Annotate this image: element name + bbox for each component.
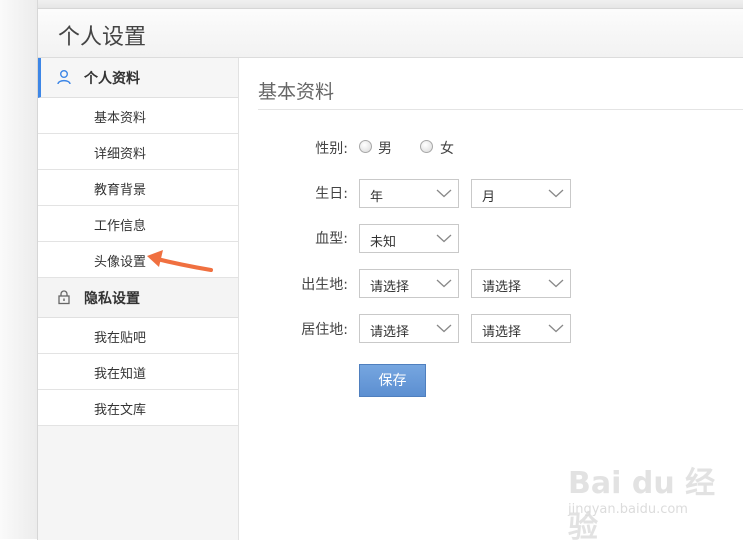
sidebar-item-label: 教育背景 <box>94 183 147 198</box>
annotation-arrow-icon <box>147 250 213 272</box>
chevron-down-icon <box>548 189 564 198</box>
chevron-down-icon <box>548 279 564 288</box>
sidebar-item-wenku[interactable]: 我在文库 <box>38 390 238 426</box>
gender-male-label: 男 <box>378 141 392 157</box>
sidebar-item-education[interactable]: 教育背景 <box>38 170 238 206</box>
birthday-label: 生日: <box>315 186 348 202</box>
birthplace-city-select[interactable]: 请选择 <box>471 269 571 298</box>
chevron-down-icon <box>436 279 452 288</box>
sidebar: 个人资料 基本资料 详细资料 教育背景 工作信息 头像设置 隐私设置 我在贴吧 … <box>38 58 239 540</box>
sidebar-item-zhidao[interactable]: 我在知道 <box>38 354 238 390</box>
top-shadow <box>0 0 743 8</box>
select-value: 月 <box>482 190 496 205</box>
chevron-down-icon <box>436 324 452 333</box>
sidebar-item-label: 详细资料 <box>94 147 147 162</box>
sidebar-item-label: 工作信息 <box>94 219 147 234</box>
chevron-down-icon <box>436 189 452 198</box>
residence-province-select[interactable]: 请选择 <box>359 314 459 343</box>
gender-male-radio[interactable] <box>359 140 372 153</box>
birthday-year-select[interactable]: 年 <box>359 179 459 208</box>
sidebar-section-label: 个人资料 <box>84 71 140 87</box>
user-icon <box>56 69 72 85</box>
select-value: 请选择 <box>482 325 522 340</box>
save-button[interactable]: 保存 <box>359 364 426 397</box>
sidebar-section-privacy[interactable]: 隐私设置 <box>38 278 238 318</box>
page-title: 个人设置 <box>58 25 147 50</box>
sidebar-item-detailed-info[interactable]: 详细资料 <box>38 134 238 170</box>
birthplace-province-select[interactable]: 请选择 <box>359 269 459 298</box>
header: 个人设置 <box>38 9 743 58</box>
heading-divider <box>258 109 743 110</box>
birthplace-label: 出生地: <box>301 277 348 293</box>
select-value: 请选择 <box>370 280 410 295</box>
residence-city-select[interactable]: 请选择 <box>471 314 571 343</box>
sidebar-section-label: 隐私设置 <box>84 291 140 307</box>
select-value: 未知 <box>370 235 397 250</box>
birthday-month-select[interactable]: 月 <box>471 179 571 208</box>
left-shadow <box>0 0 38 539</box>
select-value: 请选择 <box>482 280 522 295</box>
sidebar-item-basic-info[interactable]: 基本资料 <box>38 98 238 134</box>
sidebar-item-label: 我在知道 <box>94 367 147 382</box>
gender-label: 性别: <box>315 141 348 157</box>
baidu-watermark: Bai du 经验 jingyan.baidu.com <box>568 458 743 546</box>
sidebar-item-label: 我在文库 <box>94 403 147 418</box>
sidebar-item-label: 头像设置 <box>94 255 147 270</box>
sidebar-item-label: 基本资料 <box>94 111 147 126</box>
blood-type-label: 血型: <box>315 231 348 247</box>
chevron-down-icon <box>548 324 564 333</box>
lock-icon <box>56 289 72 305</box>
watermark-url: jingyan.baidu.com <box>568 502 688 517</box>
sidebar-section-profile[interactable]: 个人资料 <box>38 58 238 98</box>
sidebar-item-label: 我在贴吧 <box>94 331 147 346</box>
gender-female-label: 女 <box>440 141 454 157</box>
select-value: 请选择 <box>370 325 410 340</box>
residence-label: 居住地: <box>301 322 348 338</box>
section-heading: 基本资料 <box>258 81 335 103</box>
gender-female-radio[interactable] <box>420 140 433 153</box>
blood-type-select[interactable]: 未知 <box>359 224 459 253</box>
select-value: 年 <box>370 190 384 205</box>
sidebar-item-tieba[interactable]: 我在贴吧 <box>38 318 238 354</box>
sidebar-item-work-info[interactable]: 工作信息 <box>38 206 238 242</box>
chevron-down-icon <box>436 234 452 243</box>
